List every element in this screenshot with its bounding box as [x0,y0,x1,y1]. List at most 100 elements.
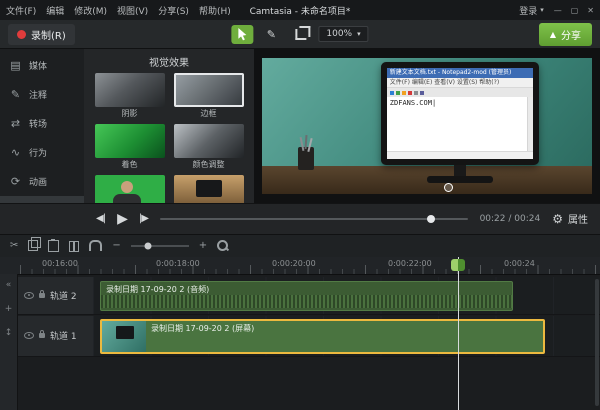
track-name: 轨道 2 [50,289,77,302]
login-label: 登录 [519,4,537,17]
canvas-selection-handle[interactable] [444,183,453,192]
gear-icon: ⚙ [552,212,563,226]
color-adjust-thumbnail [174,124,244,158]
toolbar-icon [414,91,418,95]
record-icon [17,30,26,39]
circle-shape [427,122,441,136]
paste-button[interactable] [48,240,59,252]
playback-bar: ◀| ▶ |▶ 00:22 / 00:24 ⚙ 属性 [0,203,600,234]
track-height-icon[interactable]: ↕ [5,328,13,338]
track-lane-1[interactable]: 录制日期 17-09-20 2 (屏幕) [93,316,600,357]
play-button[interactable]: ▶ [117,211,127,227]
sidebar-item-annotations[interactable]: ✎ 注释 [0,80,84,109]
maximize-button[interactable]: ▢ [571,6,579,15]
seek-slider[interactable] [160,218,468,220]
preview-canvas: 新建文本文档.txt - Notepad2-mod (管理员) 文件(F) 编辑… [254,49,600,203]
eye-icon[interactable] [24,292,34,299]
timeline-zoom-slider[interactable] [131,245,189,247]
track-header-2: 轨道 2 [18,277,93,315]
effect-item-shadow[interactable]: 阴影 [94,73,165,119]
pen-cup [298,147,314,170]
record-label: 录制(R) [31,27,66,42]
previous-frame-button[interactable]: ◀| [96,213,105,224]
timeline-zoom-handle[interactable] [145,242,152,249]
effect-item-colorize[interactable]: 着色 [94,124,165,170]
eye-icon[interactable] [24,332,34,339]
magnet-button[interactable] [89,240,102,251]
ruler-label: 0:00:24 [504,259,535,268]
cursor-tool-button[interactable] [231,25,253,44]
time-display: 00:22 / 00:24 [480,214,541,224]
canvas-zoom-dropdown[interactable]: 100% ▾ [318,26,368,42]
audio-clip[interactable]: 录制日期 17-09-20 2 (音频) [100,281,513,311]
crop-tool-button[interactable] [289,25,311,44]
login-button[interactable]: 登录 ▾ [519,4,544,17]
next-frame-button[interactable]: |▶ [139,213,148,224]
close-button[interactable]: ✕ [587,6,594,15]
menu-edit[interactable]: 编辑 [46,4,64,17]
behavior-icon: ∿ [9,146,22,159]
monitor-shape [196,180,222,197]
screen-clip-selected[interactable]: 录制日期 17-09-20 2 (屏幕) [100,319,545,354]
media-icon: ▤ [9,59,22,72]
sidebar-item-label: 注释 [29,88,47,101]
ruler-label: 0:00:20:00 [272,259,316,268]
menu-help[interactable]: 帮助(H) [199,4,231,17]
lock-icon[interactable] [39,293,45,298]
shadow-thumbnail [95,73,165,107]
person-torso-shape [113,194,141,203]
effect-item-border[interactable]: 边框 [173,73,244,119]
add-track-icon[interactable]: + [5,304,13,314]
sidebar-item-animations[interactable]: ⟳ 动画 [0,167,84,196]
menu-share[interactable]: 分享(S) [158,4,189,17]
track-name: 轨道 1 [50,329,77,342]
toolbar-icon [390,91,394,95]
lock-icon[interactable] [39,333,45,338]
notepad-scrollbar [527,97,533,152]
magnifier-icon[interactable] [217,240,228,251]
track-row-1: 轨道 1 录制日期 17-09-20 2 (屏幕) [18,316,600,357]
copy-button[interactable] [28,240,38,251]
collapse-tracks-icon[interactable]: « [6,280,12,290]
video-frame[interactable]: 新建文本文档.txt - Notepad2-mod (管理员) 文件(F) 编辑… [262,58,592,194]
cut-button[interactable]: ✂ [10,240,18,251]
effect-item-color-adjust[interactable]: 颜色调整 [173,124,244,170]
effect-item-device-frame[interactable]: 设备框架 [173,175,244,203]
effect-item-remove-color[interactable]: 删除颜色 [94,175,165,203]
titlebar: 文件(F) 编辑 修改(M) 视图(V) 分享(S) 帮助(H) Camtasi… [0,0,600,20]
monitor: 新建文本文档.txt - Notepad2-mod (管理员) 文件(F) 编辑… [381,62,539,165]
playhead-in-handle[interactable] [451,259,458,271]
annotation-icon: ✎ [9,88,22,101]
sidebar-item-media[interactable]: ▤ 媒体 [0,51,84,80]
share-button[interactable]: ▲ 分享 [539,23,592,46]
menu-modify[interactable]: 修改(M) [74,4,107,17]
sidebar-item-label: 转场 [29,117,47,130]
playhead-line [458,257,459,410]
menu-view[interactable]: 视图(V) [117,4,148,17]
annotation-tool-button[interactable]: ✎ [260,25,282,44]
effects-grid: 阴影 边框 着色 颜色调整 [84,73,254,203]
minimize-button[interactable]: — [554,6,562,15]
timeline-scrollbar[interactable] [595,279,599,407]
sidebar: ▤ 媒体 ✎ 注释 ⇄ 转场 ∿ 行为 ⟳ 动画 ✦ 视觉效果 [0,49,84,203]
properties-button[interactable]: ⚙ 属性 [552,211,588,226]
visual-effects-panel: 视觉效果 阴影 边框 着色 颜色调整 [84,49,254,203]
sidebar-item-transitions[interactable]: ⇄ 转场 [0,109,84,138]
seek-handle[interactable] [427,215,435,223]
sidebar-item-label: 媒体 [29,59,47,72]
sidebar-item-behaviors[interactable]: ∿ 行为 [0,138,84,167]
chevron-down-icon: ▾ [540,6,544,14]
zoom-out-button[interactable]: − [112,240,120,251]
notepad-menubar: 文件(F) 编辑(E) 查看(V) 设置(S) 帮助(?) [387,78,533,88]
zoom-in-button[interactable]: + [199,240,207,251]
playhead-out-handle[interactable] [458,259,465,271]
border-thumbnail [174,73,244,107]
split-button[interactable] [69,241,79,250]
record-button[interactable]: 录制(R) [8,24,75,45]
track-lane-2[interactable]: 录制日期 17-09-20 2 (音频) [93,277,600,315]
effect-label: 着色 [122,160,138,170]
menu-file[interactable]: 文件(F) [6,4,36,17]
timeline-ruler[interactable]: 00:16:00 0:00:18:00 0:00:20:00 0:00:22:0… [0,257,600,275]
panel-title: 视觉效果 [84,49,254,73]
playhead-handle[interactable] [451,259,465,271]
